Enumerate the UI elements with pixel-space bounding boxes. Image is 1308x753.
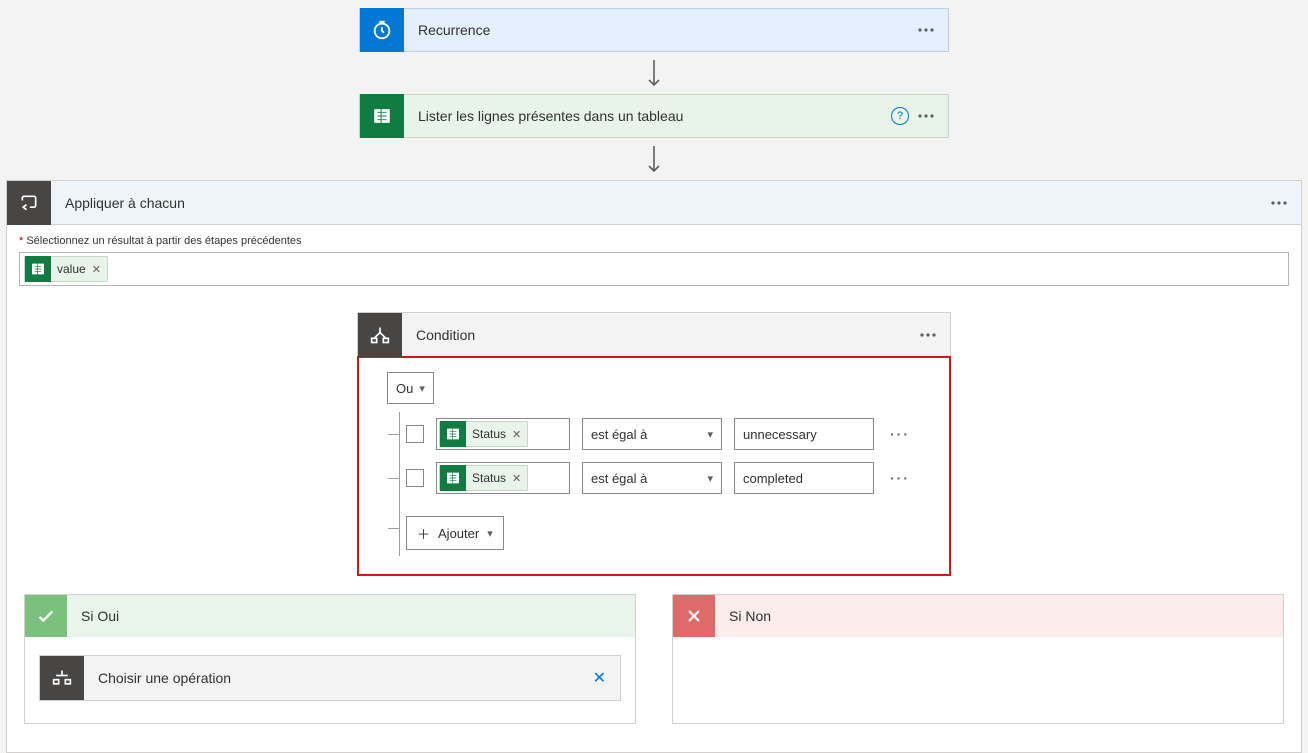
logic-label: Ou — [396, 381, 413, 396]
value-text: unnecessary — [743, 427, 817, 442]
excel-icon — [440, 421, 466, 447]
condition-branches: Si Oui Choisir une opération ✕ — [6, 594, 1302, 724]
chevron-down-icon: ▾ — [707, 472, 713, 485]
field-token-label: Status — [472, 427, 506, 441]
condition-row: Status ✕ est égal à ▾ completed — [400, 456, 921, 500]
branch-no-title: Si Non — [715, 608, 771, 624]
remove-token-icon[interactable]: ✕ — [92, 263, 101, 276]
recurrence-card[interactable]: Recurrence — [359, 8, 949, 52]
branch-yes-title: Si Oui — [67, 608, 119, 624]
check-icon — [25, 595, 67, 637]
more-icon[interactable] — [918, 325, 938, 345]
condition-icon — [358, 313, 402, 357]
add-button[interactable]: ＋ Ajouter ▾ — [406, 516, 504, 550]
token-value[interactable]: value ✕ — [24, 256, 108, 282]
operation-icon — [40, 656, 84, 700]
branch-yes: Si Oui Choisir une opération ✕ — [24, 594, 636, 724]
value-input[interactable]: completed — [734, 462, 874, 494]
condition-header[interactable]: Condition — [358, 313, 950, 357]
select-output-input[interactable]: value ✕ — [19, 252, 1289, 286]
more-icon[interactable] — [1269, 193, 1289, 213]
excel-icon — [360, 94, 404, 138]
branch-yes-header[interactable]: Si Oui — [25, 595, 635, 637]
x-icon — [673, 595, 715, 637]
remove-token-icon[interactable]: ✕ — [512, 428, 521, 441]
chevron-down-icon: ▾ — [419, 382, 425, 395]
branch-no: Si Non — [672, 594, 1284, 724]
value-input[interactable]: unnecessary — [734, 418, 874, 450]
remove-token-icon[interactable]: ✕ — [512, 472, 521, 485]
recurrence-title: Recurrence — [404, 22, 916, 38]
operator-select[interactable]: est égal à ▾ — [582, 418, 722, 450]
add-label: Ajouter — [438, 526, 479, 541]
operator-label: est égal à — [591, 427, 647, 442]
condition-title: Condition — [402, 327, 918, 343]
excel-icon — [440, 465, 466, 491]
operator-label: est égal à — [591, 471, 647, 486]
arrow-down-icon — [646, 52, 662, 94]
choose-operation-title: Choisir une opération — [84, 670, 579, 686]
select-output-label: * Sélectionnez un résultat à partir des … — [19, 235, 1289, 247]
apply-to-each-title: Appliquer à chacun — [51, 195, 1269, 211]
chevron-down-icon: ▾ — [487, 527, 493, 540]
condition-body: Ou ▾ S — [357, 356, 951, 576]
value-text: completed — [743, 471, 803, 486]
more-icon[interactable] — [916, 106, 936, 126]
chevron-down-icon: ▾ — [707, 428, 713, 441]
recurrence-icon — [360, 8, 404, 52]
list-rows-card[interactable]: Lister les lignes présentes dans un tabl… — [359, 94, 949, 138]
row-more-icon[interactable]: ··· — [886, 426, 914, 442]
field-token-label: Status — [472, 471, 506, 485]
row-checkbox[interactable] — [406, 425, 424, 443]
field-input[interactable]: Status ✕ — [436, 418, 570, 450]
row-checkbox[interactable] — [406, 469, 424, 487]
logic-select[interactable]: Ou ▾ — [387, 372, 434, 404]
condition-card: Condition Ou ▾ — [357, 312, 951, 576]
apply-to-each-header[interactable]: Appliquer à chacun — [7, 181, 1301, 225]
apply-to-each-card: Appliquer à chacun * Sélectionnez un rés… — [6, 180, 1302, 753]
operator-select[interactable]: est égal à ▾ — [582, 462, 722, 494]
row-more-icon[interactable]: ··· — [886, 470, 914, 486]
list-rows-title: Lister les lignes présentes dans un tabl… — [404, 108, 890, 124]
excel-icon — [25, 256, 51, 282]
more-icon[interactable] — [916, 20, 936, 40]
choose-operation-card[interactable]: Choisir une opération ✕ — [39, 655, 621, 701]
loop-icon — [7, 181, 51, 225]
close-icon[interactable]: ✕ — [579, 668, 620, 688]
plus-icon: ＋ — [417, 524, 430, 543]
help-icon[interactable]: ? — [890, 106, 910, 126]
add-row: ＋ Ajouter ▾ — [400, 500, 921, 556]
branch-no-header[interactable]: Si Non — [673, 595, 1283, 637]
arrow-down-icon — [646, 138, 662, 180]
condition-rows: Status ✕ est égal à ▾ unnecessary — [399, 412, 921, 556]
condition-row: Status ✕ est égal à ▾ unnecessary — [400, 412, 921, 456]
token-label: value — [57, 262, 86, 276]
field-input[interactable]: Status ✕ — [436, 462, 570, 494]
